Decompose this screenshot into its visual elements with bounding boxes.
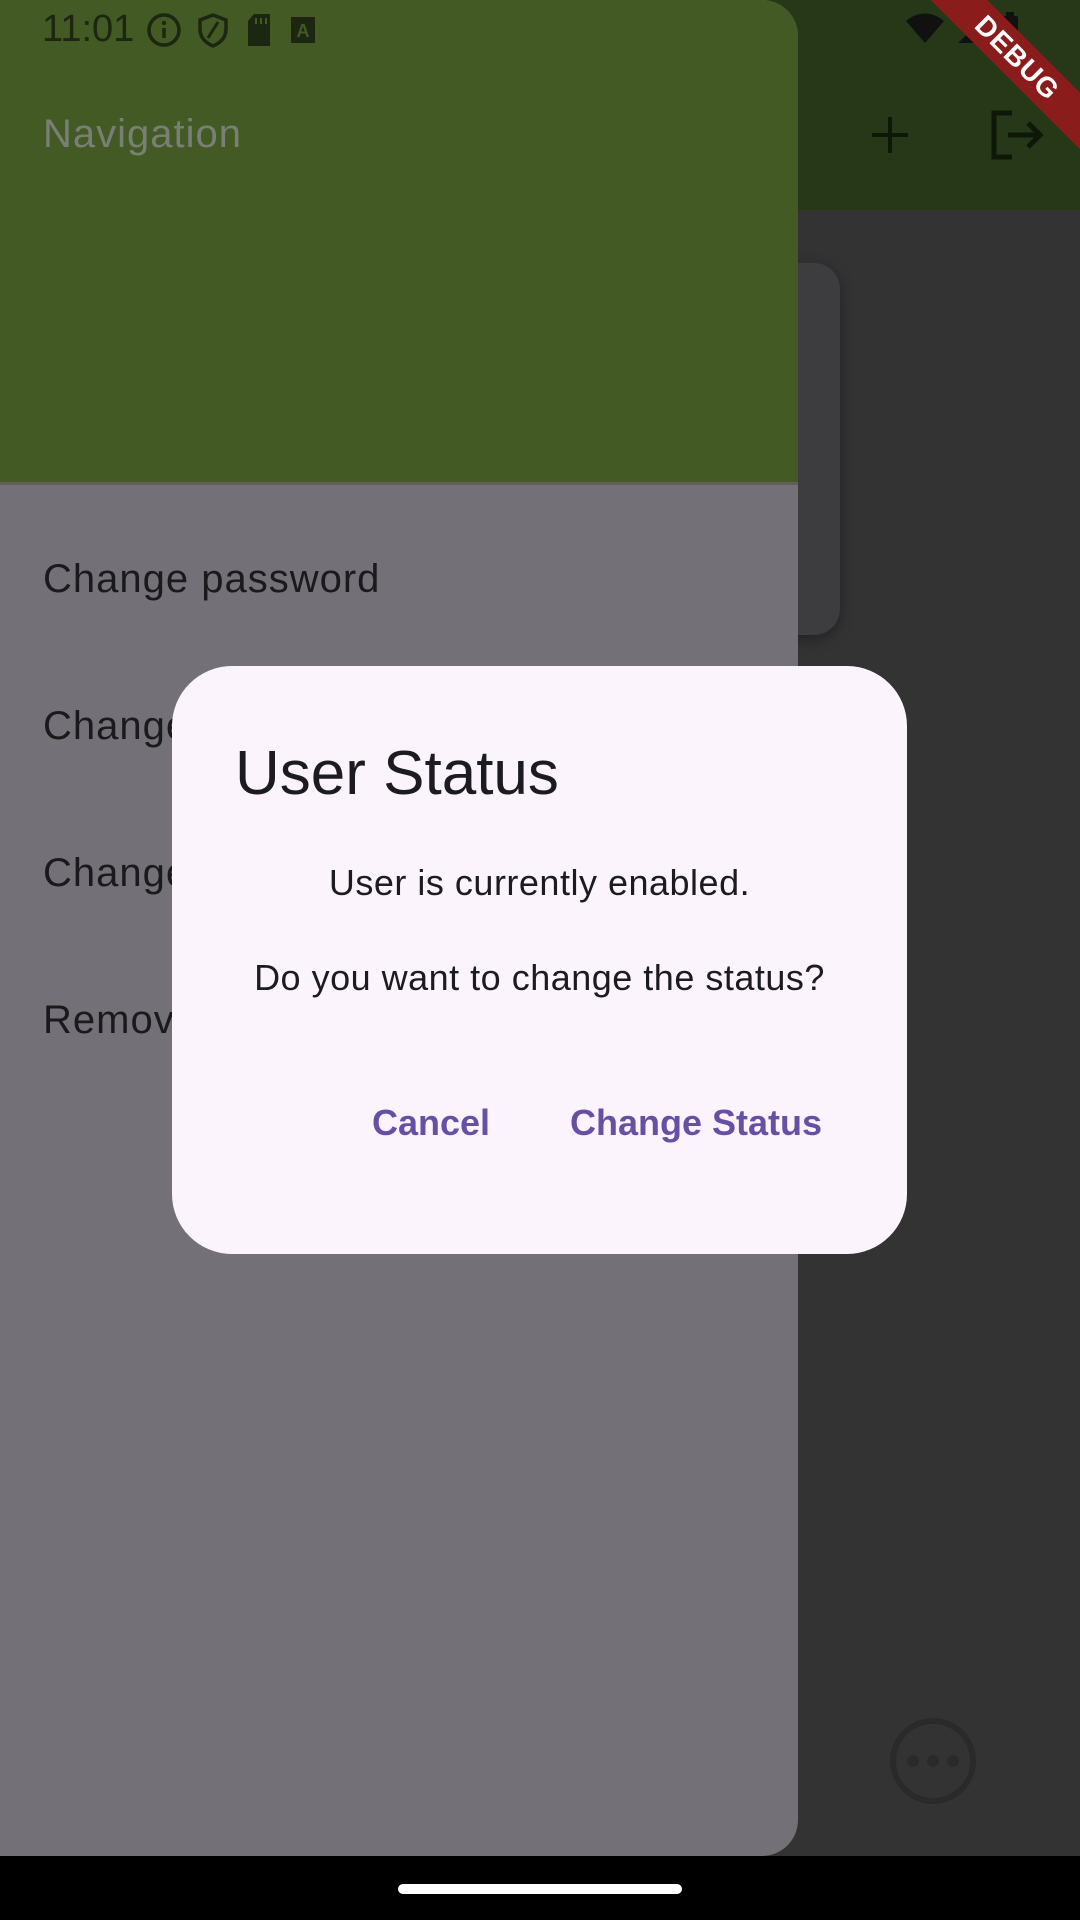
a-box-icon: A xyxy=(288,14,318,51)
dot-icon xyxy=(907,1755,919,1767)
change-status-button[interactable]: Change Status xyxy=(570,1102,822,1144)
home-handle[interactable] xyxy=(398,1884,682,1894)
dialog-message: User is currently enabled. xyxy=(328,862,751,903)
drawer-item-2[interactable]: Change xyxy=(43,704,189,749)
info-icon xyxy=(146,12,182,53)
dot-icon xyxy=(927,1755,939,1767)
user-status-dialog: User Status User is currently enabled. D… xyxy=(172,666,907,1254)
drawer-item-4[interactable]: Remov xyxy=(43,998,175,1043)
status-bar: 11:01 A xyxy=(0,0,1080,64)
shield-icon xyxy=(196,12,230,53)
status-time: 11:01 xyxy=(42,8,135,50)
system-nav-bar xyxy=(0,1856,1080,1920)
drawer-header: Navigation xyxy=(0,0,798,485)
drawer-item-change-password[interactable]: Change password xyxy=(43,557,380,602)
sd-card-icon xyxy=(244,12,274,53)
drawer-title: Navigation xyxy=(43,112,243,156)
dialog-title: User Status xyxy=(235,739,559,808)
svg-text:A: A xyxy=(297,21,310,41)
cancel-button[interactable]: Cancel xyxy=(372,1102,490,1144)
drawer-item-3[interactable]: Change xyxy=(43,851,189,896)
dot-icon xyxy=(947,1755,959,1767)
add-icon[interactable] xyxy=(850,95,930,175)
dialog-question: Do you want to change the status? xyxy=(254,957,825,998)
wifi-icon xyxy=(904,13,946,50)
more-options-button[interactable] xyxy=(890,1718,976,1804)
